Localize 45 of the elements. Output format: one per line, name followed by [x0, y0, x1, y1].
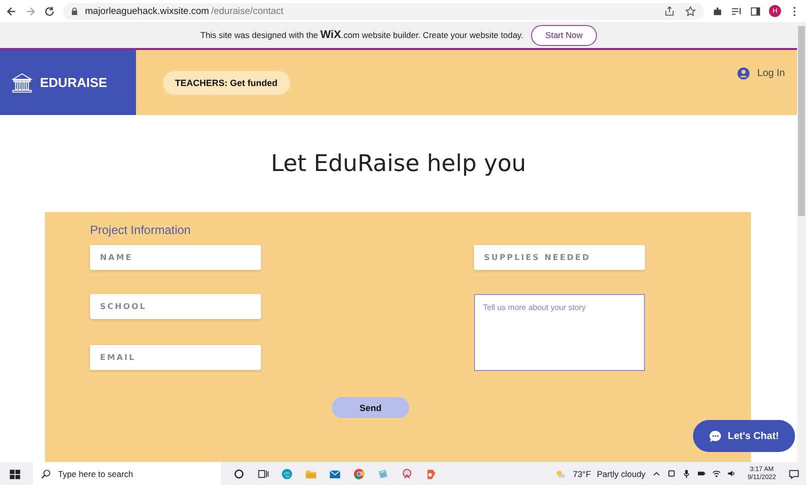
search-icon — [41, 468, 51, 478]
user-icon[interactable] — [737, 67, 750, 80]
playlist-icon[interactable] — [731, 6, 742, 16]
temperature-text: 73°F — [572, 468, 591, 478]
start-now-button[interactable]: Start Now — [531, 24, 597, 46]
windows-icon[interactable] — [9, 468, 21, 480]
scrollbar-thumb[interactable] — [798, 26, 805, 216]
chevron-up-icon[interactable] — [652, 469, 661, 478]
share-icon[interactable] — [664, 6, 675, 16]
taskbar-search-field[interactable]: Type here to search — [33, 462, 221, 485]
input-field[interactable]: NAME — [90, 245, 261, 270]
side-panel-icon[interactable] — [750, 6, 761, 16]
edge-icon[interactable] — [281, 468, 293, 480]
chat-icon — [708, 430, 722, 442]
task-view-icon[interactable] — [257, 468, 269, 480]
send-button[interactable]: Send — [332, 397, 409, 418]
paint-icon[interactable] — [425, 468, 437, 480]
story-textarea[interactable]: Tell us more about your story — [474, 294, 645, 371]
wifi-icon[interactable] — [712, 469, 721, 478]
nav-pill[interactable]: TEACHERS: Get funded — [163, 70, 290, 94]
input-field[interactable]: EMAIL — [90, 345, 261, 370]
building-icon — [11, 72, 33, 94]
login-link[interactable]: Log In — [757, 68, 785, 79]
logo-text[interactable]: EDURAISE — [40, 75, 108, 90]
circle-icon[interactable] — [233, 468, 245, 480]
lock-icon — [71, 6, 78, 16]
battery-icon[interactable] — [696, 469, 706, 478]
address-bar[interactable]: majorleaguehack.wixsite.com /eduraise/contact — [63, 2, 704, 20]
form-title: Project Information — [90, 223, 192, 237]
microphone-icon[interactable] — [682, 469, 691, 478]
mail-icon[interactable] — [329, 468, 341, 480]
speaker-icon[interactable] — [726, 469, 736, 478]
search-placeholder: Type here to search — [58, 468, 134, 478]
input-field[interactable]: SUPPLIES NEEDED — [474, 245, 645, 270]
weather-text: Partly cloudy — [596, 468, 646, 478]
input-field[interactable]: SCHOOL — [90, 294, 261, 319]
reload-icon[interactable] — [44, 6, 55, 16]
chat-button[interactable]: Let's Chat! — [692, 420, 795, 452]
notification-icon[interactable] — [788, 468, 800, 480]
chrome-icon[interactable] — [353, 468, 365, 480]
wix-banner-text: This site was designed with the WiX.com website builder. Create your website today. — [200, 29, 524, 41]
page-heading: Let EduRaise help you — [270, 150, 526, 176]
star-icon[interactable] — [685, 6, 696, 16]
scrollbar[interactable] — [797, 22, 806, 462]
back-icon[interactable] — [6, 6, 17, 16]
